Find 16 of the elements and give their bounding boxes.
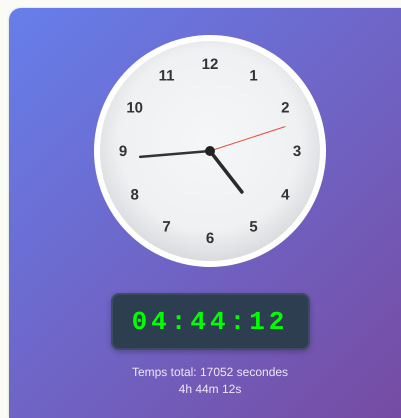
- clock-number: 5: [249, 218, 258, 236]
- clock-number: 8: [130, 186, 139, 204]
- clock-number: 10: [126, 100, 144, 116]
- clock-number: 2: [281, 100, 290, 116]
- total-seconds-text: Temps total: 17052 secondes: [132, 364, 288, 381]
- clock-number: 1: [249, 68, 258, 85]
- center-pin: [205, 146, 215, 156]
- clock-number: 6: [206, 230, 214, 247]
- clock-number: 3: [292, 143, 302, 160]
- time-breakdown-text: 4h 44m 12s: [178, 381, 242, 398]
- clock-number: 4: [281, 186, 290, 204]
- clock-number: 9: [118, 143, 128, 160]
- clock-number: 11: [158, 68, 174, 85]
- digital-time-display: 04:44:12: [110, 293, 310, 350]
- clock-number: 12: [202, 56, 218, 73]
- clock-number: 7: [162, 218, 171, 236]
